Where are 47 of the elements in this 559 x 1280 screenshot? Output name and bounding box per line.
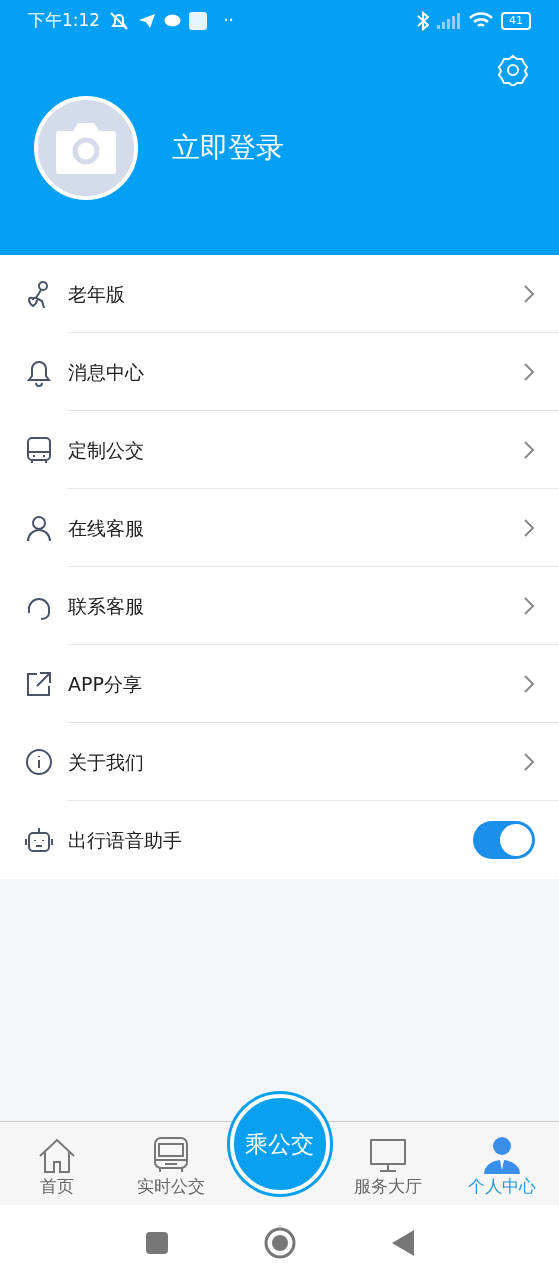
home-icon[interactable]: [263, 1226, 296, 1259]
menu-item[interactable]: 定制公交: [0, 411, 559, 489]
camera-icon: [55, 121, 117, 175]
menu-label: 联系客服: [68, 593, 145, 619]
tab[interactable]: 首页: [0, 1122, 115, 1205]
menu-label: 在线客服: [68, 515, 145, 541]
menu-label: 老年版: [68, 281, 126, 307]
chevron-icon: [523, 752, 535, 772]
chevron-icon: [523, 596, 535, 616]
user-icon: [482, 1135, 521, 1174]
monitor-icon: [368, 1137, 407, 1174]
more-indicator: ··: [223, 9, 234, 33]
menu-item[interactable]: 联系客服: [0, 567, 559, 645]
chevron-icon: [523, 674, 535, 694]
menu-label: 定制公交: [68, 437, 145, 463]
chat-icon: [164, 13, 182, 29]
chevron-icon: [523, 362, 535, 382]
menu-item[interactable]: 消息中心: [0, 333, 559, 411]
chevron-icon: [523, 518, 535, 538]
battery-indicator: 41: [501, 12, 531, 30]
back-icon[interactable]: [391, 1229, 414, 1256]
menu-label: APP分享: [68, 671, 143, 697]
square-icon: [189, 12, 208, 30]
menu-item[interactable]: 出行语音助手: [0, 801, 559, 879]
toggle-switch[interactable]: [473, 821, 535, 859]
menu-label: 出行语音助手: [68, 827, 183, 853]
bluetooth-icon: [417, 11, 429, 31]
share-icon: [24, 669, 54, 699]
robot-icon: [24, 825, 54, 855]
person-icon: [24, 513, 54, 543]
bus-icon: [24, 435, 54, 465]
menu-label: 消息中心: [68, 359, 145, 385]
chevron-icon: [523, 284, 535, 304]
menu-label: 关于我们: [68, 749, 145, 775]
signal-icon: [437, 13, 461, 29]
menu-item[interactable]: APP分享: [0, 645, 559, 723]
menu-item[interactable]: 关于我们: [0, 723, 559, 801]
status-time: 下午1:12: [28, 9, 101, 33]
menu-item[interactable]: 老年版: [0, 255, 559, 333]
menu-item[interactable]: 在线客服: [0, 489, 559, 567]
tab[interactable]: 服务大厅: [330, 1122, 445, 1205]
tab[interactable]: 实时公交: [114, 1122, 229, 1205]
info-icon: [24, 747, 54, 777]
send-icon: [138, 13, 157, 29]
settings-icon[interactable]: [497, 54, 529, 86]
recents-icon[interactable]: [145, 1231, 168, 1254]
chevron-icon: [523, 440, 535, 460]
